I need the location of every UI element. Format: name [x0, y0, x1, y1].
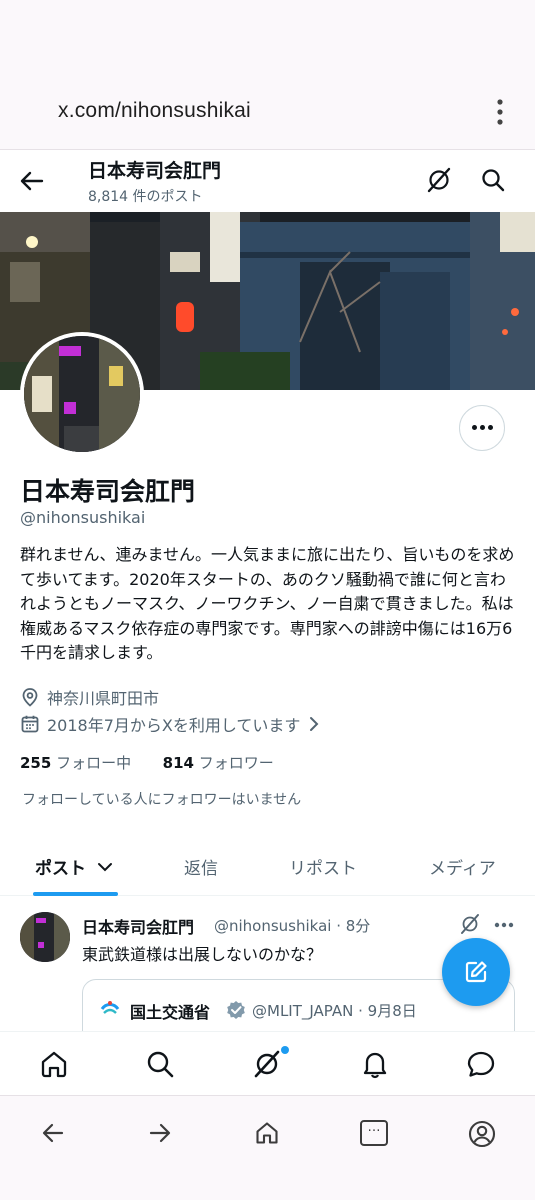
following-label: フォロー中 — [56, 754, 132, 772]
grok-icon[interactable] — [252, 1049, 282, 1079]
tab-switcher-label: … — [367, 1120, 381, 1135]
joined-text: 2018年7月からXを利用しています — [47, 716, 301, 735]
header-post-count: 8,814 件のポスト — [88, 189, 203, 205]
arrow-right-icon[interactable] — [147, 1120, 173, 1146]
profile-location: 神奈川県町田市 — [20, 685, 159, 709]
mlit-logo-icon — [99, 997, 121, 1019]
tweet-author-avatar[interactable] — [20, 912, 70, 962]
search-icon[interactable] — [145, 1049, 175, 1079]
tweet-handle-time: @nihonsushikai · 8分 — [214, 917, 371, 935]
quoted-handle-date: @MLIT_JAPAN · 9月8日 — [252, 1002, 417, 1020]
compose-post-button[interactable] — [442, 938, 510, 1006]
grok-notification-dot — [281, 1046, 289, 1054]
tweet-text: 東武鉄道様は出展しないのかな？ — [82, 945, 323, 964]
verified-badge-icon — [227, 1001, 245, 1019]
status-bar-area — [0, 0, 535, 80]
home-icon[interactable] — [254, 1120, 280, 1146]
tab-switcher-icon[interactable]: … — [360, 1120, 388, 1146]
notifications-bell-icon[interactable] — [360, 1049, 390, 1079]
compose-pencil-icon — [465, 961, 487, 983]
tab-media[interactable]: メディア — [429, 854, 496, 879]
quoted-author-name: 国土交通省 — [130, 1003, 211, 1022]
messages-icon[interactable] — [466, 1049, 496, 1079]
calendar-icon — [21, 715, 39, 733]
followed-by-text: フォローしている人にフォロワーはいません — [22, 792, 302, 808]
more-horizontal-icon[interactable] — [494, 922, 514, 928]
avatar-image — [24, 336, 140, 452]
vertical-dots-icon[interactable] — [490, 98, 510, 126]
account-circle-icon[interactable] — [468, 1120, 496, 1148]
header-title: 日本寿司会肛門 — [88, 160, 222, 182]
profile-more-button[interactable] — [459, 405, 505, 451]
chevron-down-icon — [97, 863, 112, 872]
profile-avatar[interactable] — [20, 332, 144, 456]
chevron-right-icon — [310, 717, 319, 731]
tab-reposts[interactable]: リポスト — [289, 854, 357, 879]
home-icon[interactable] — [39, 1049, 69, 1079]
active-tab-indicator — [33, 892, 118, 896]
followers-count: 814 — [162, 754, 194, 772]
arrow-left-icon[interactable] — [40, 1120, 66, 1146]
tweet-avatar-image — [20, 912, 70, 962]
grok-icon[interactable] — [425, 166, 453, 194]
profile-handle: @nihonsushikai — [20, 508, 146, 527]
following-count: 255 — [20, 754, 52, 772]
profile-header — [0, 150, 535, 212]
profile-bio: 群れません、連みません。一人気ままに旅に出たり、旨いものを求めて歩いてます。20… — [20, 545, 515, 662]
profile-joined[interactable]: 2018年7月からXを利用しています — [20, 712, 329, 736]
tab-replies[interactable]: 返信 — [184, 854, 218, 879]
arrow-left-icon[interactable] — [18, 167, 46, 195]
tweet-author-name[interactable]: 日本寿司会肛門 — [82, 914, 194, 938]
location-text: 神奈川県町田市 — [47, 689, 160, 708]
grok-icon[interactable] — [459, 913, 481, 935]
following-link[interactable]: 255 フォロー中 — [20, 754, 131, 772]
follow-stats: 255 フォロー中 814 フォロワー — [20, 752, 274, 773]
tab-posts-label: ポスト — [35, 859, 86, 879]
tab-posts[interactable]: ポスト — [35, 854, 114, 879]
followers-label: フォロワー — [198, 754, 274, 772]
followers-link[interactable]: 814 フォロワー — [163, 754, 274, 772]
url-text[interactable]: x.com/nihonsushikai — [58, 99, 251, 123]
browser-bottom-bar — [0, 1095, 535, 1200]
profile-display-name: 日本寿司会肛門 — [20, 477, 196, 506]
location-pin-icon — [22, 688, 38, 707]
search-icon[interactable] — [480, 167, 506, 193]
